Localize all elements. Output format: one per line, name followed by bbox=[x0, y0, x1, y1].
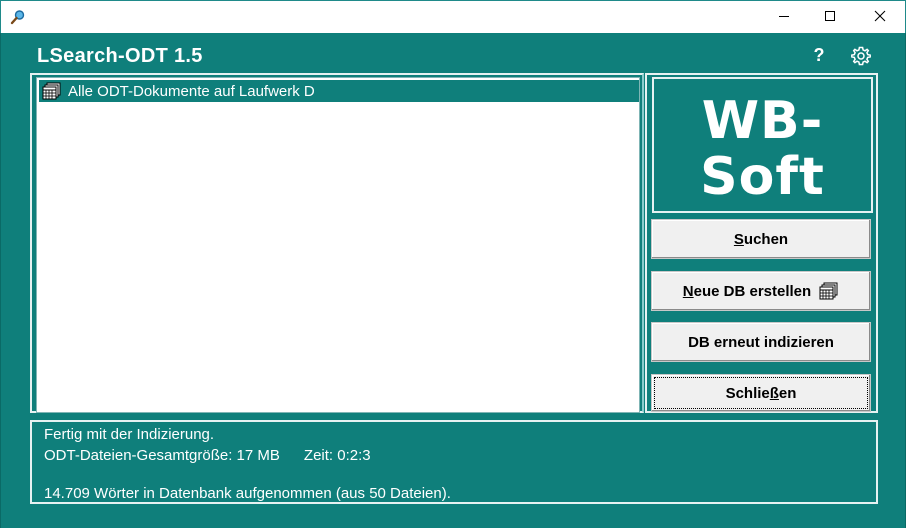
app-title: LSearch-ODT 1.5 bbox=[37, 45, 203, 67]
close-window-button[interactable] bbox=[857, 1, 903, 34]
list-item-database[interactable]: Alle ODT-Dokumente auf Laufwerk D bbox=[39, 80, 639, 102]
help-button[interactable]: ? bbox=[810, 45, 828, 66]
new-db-accel: N bbox=[682, 282, 694, 300]
search-button[interactable]: Suchen bbox=[651, 219, 871, 259]
status-elapsed-time: Zeit: 0:2:3 bbox=[303, 447, 371, 464]
minimize-icon bbox=[778, 9, 790, 27]
logo-line-1: WB- bbox=[701, 91, 824, 151]
gear-icon bbox=[850, 46, 872, 71]
search-button-label: uchen bbox=[743, 230, 789, 248]
wb-soft-logo: WB- Soft bbox=[652, 77, 873, 213]
settings-button[interactable] bbox=[850, 45, 872, 67]
database-icon bbox=[41, 82, 63, 100]
close-button[interactable]: Schlie ß en bbox=[651, 374, 871, 412]
status-total-size: ODT-Dateien-Gesamtgröße: 17 MB bbox=[44, 447, 280, 464]
reindex-db-button[interactable]: DB erneut indizieren bbox=[651, 322, 871, 362]
database-list[interactable]: Alle ODT-Dokumente auf Laufwerk D bbox=[36, 77, 640, 413]
reindex-db-label: DB erneut indizieren bbox=[688, 333, 834, 351]
search-button-accel: S bbox=[733, 230, 744, 248]
new-db-label: eue DB erstellen bbox=[693, 282, 812, 300]
status-word-count: 14.709 Wörter in Datenbank aufgenommen (… bbox=[44, 485, 451, 502]
new-db-button[interactable]: Neue DB erstellen bbox=[651, 271, 871, 311]
close-button-label-pre: Schlie bbox=[725, 384, 770, 402]
maximize-icon bbox=[824, 9, 836, 27]
maximize-button[interactable] bbox=[807, 1, 853, 34]
list-item-label: Alle ODT-Dokumente auf Laufwerk D bbox=[68, 82, 315, 100]
logo-line-2: Soft bbox=[700, 147, 825, 207]
minimize-button[interactable] bbox=[761, 1, 807, 34]
status-size-time: ODT-Dateien-Gesamtgröße: 17 MB Zeit: 0:2:… bbox=[44, 447, 371, 464]
database-icon bbox=[819, 282, 839, 300]
magnifier-icon bbox=[10, 9, 26, 25]
close-button-label-post: en bbox=[778, 384, 797, 402]
window-titlebar[interactable] bbox=[0, 0, 906, 33]
close-icon bbox=[874, 9, 886, 27]
close-button-accel: ß bbox=[769, 384, 779, 402]
status-message: Fertig mit der Indizierung. bbox=[44, 426, 215, 443]
